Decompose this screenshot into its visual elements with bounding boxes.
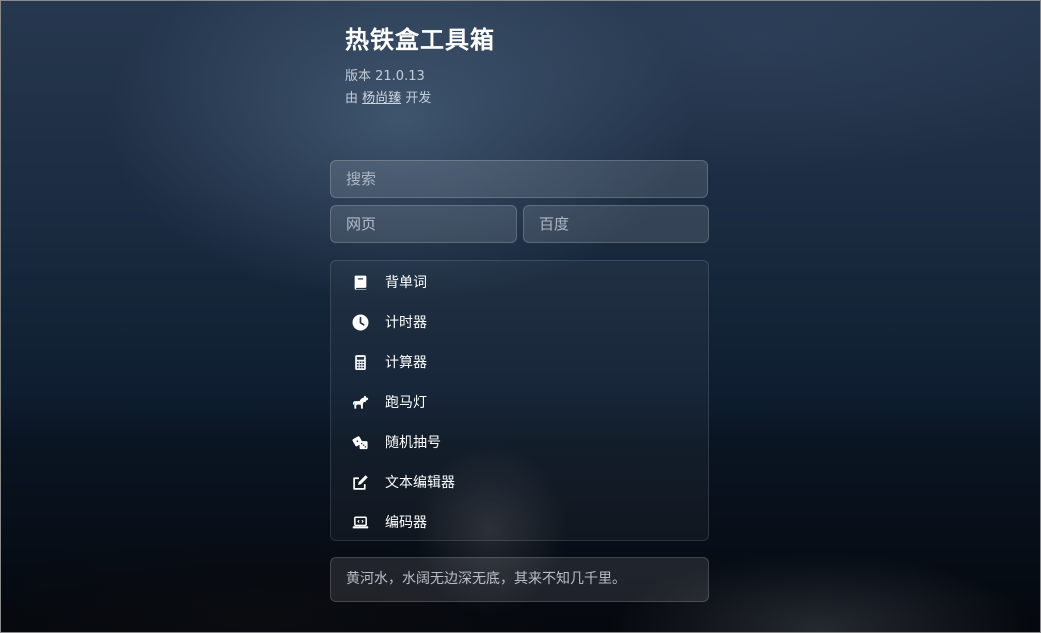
tool-item-calculator[interactable]: 计算器 — [331, 342, 708, 382]
tool-label: 随机抽号 — [385, 435, 441, 451]
developer-suffix: 开发 — [405, 91, 432, 106]
tool-item-vocabulary[interactable]: 背单词 — [331, 262, 708, 302]
tool-item-timer[interactable]: 计时器 — [331, 302, 708, 342]
search-engine-baidu-button[interactable]: 百度 — [523, 205, 709, 243]
laptop-code-icon — [351, 513, 369, 531]
tool-label: 计算器 — [385, 355, 427, 371]
dice-icon — [351, 433, 369, 451]
tool-item-encoder[interactable]: 编码器 — [331, 502, 708, 542]
app-header: 热铁盒工具箱 版本 21.0.13 由 杨尚臻 开发 — [345, 20, 495, 110]
version-text: 版本 21.0.13 — [345, 69, 425, 84]
developer-link[interactable]: 杨尚臻 — [362, 91, 401, 106]
tool-label: 计时器 — [385, 315, 427, 331]
book-icon — [351, 273, 369, 291]
clock-icon — [351, 313, 369, 331]
app-title: 热铁盒工具箱 — [345, 26, 495, 54]
tool-list: 背单词 计时器 计算器 跑马灯 随机抽号 文本编辑器 编码器 — [330, 260, 709, 541]
tool-item-text-editor[interactable]: 文本编辑器 — [331, 462, 708, 502]
quote-text: 黄河水，水阔无边深无底，其来不知几千里。 — [330, 557, 709, 602]
horse-icon — [351, 393, 369, 411]
tool-item-random-draw[interactable]: 随机抽号 — [331, 422, 708, 462]
search-input[interactable] — [330, 160, 708, 198]
tool-item-marquee[interactable]: 跑马灯 — [331, 382, 708, 422]
tool-label: 跑马灯 — [385, 395, 427, 411]
calculator-icon — [351, 353, 369, 371]
search-engine-web-button[interactable]: 网页 — [330, 205, 517, 243]
app-meta: 版本 21.0.13 由 杨尚臻 开发 — [345, 66, 495, 110]
tool-label: 文本编辑器 — [385, 475, 455, 491]
tool-label: 编码器 — [385, 515, 427, 531]
developer-row: 由 杨尚臻 开发 — [345, 88, 495, 110]
tool-label: 背单词 — [385, 275, 427, 291]
developer-prefix: 由 — [345, 91, 359, 106]
edit-icon — [351, 473, 369, 491]
